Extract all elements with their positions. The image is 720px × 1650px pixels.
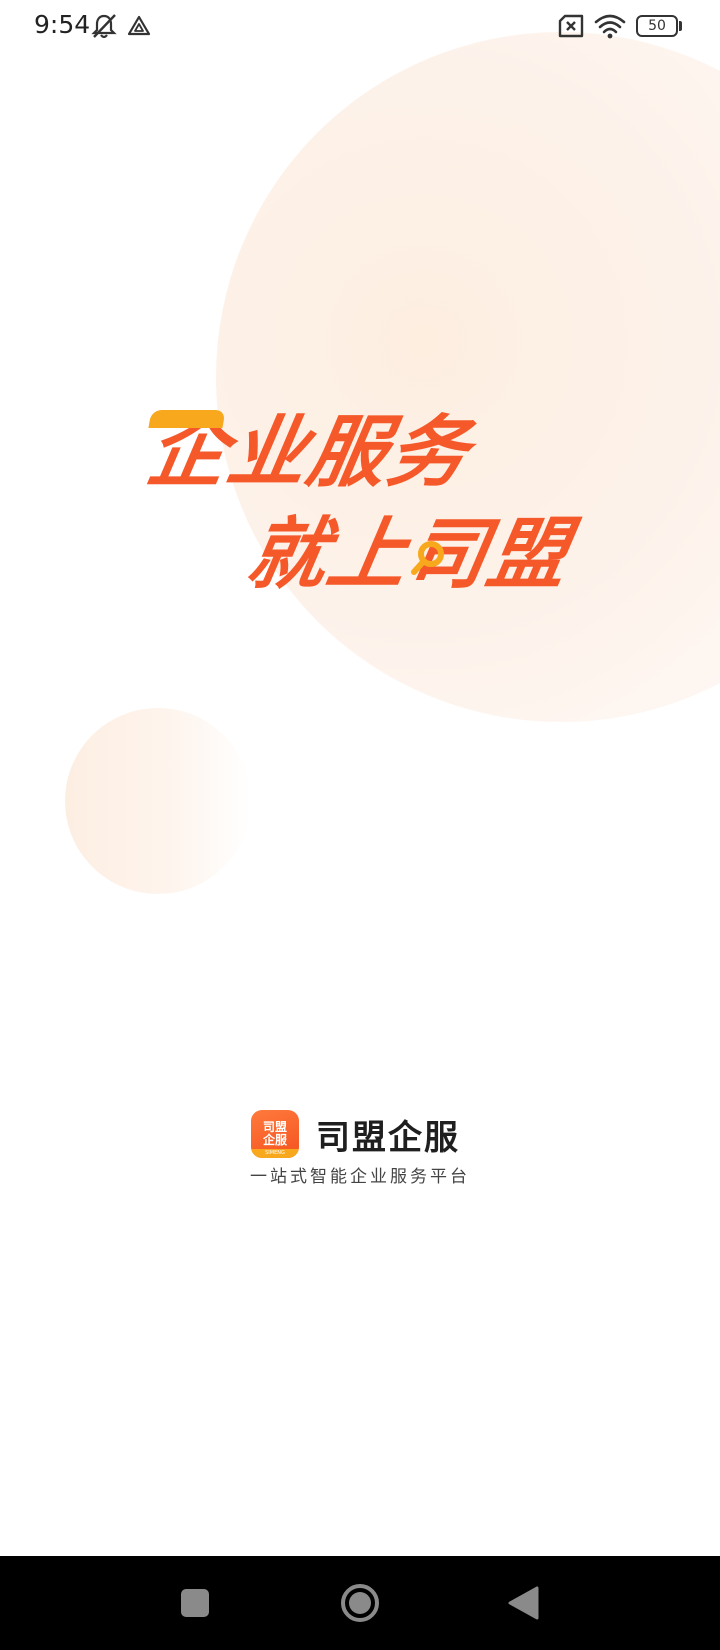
logo-text-line-2: 企服 [262,1133,287,1147]
home-button[interactable] [315,1556,405,1650]
back-icon [508,1586,539,1620]
decorative-circle-large [216,32,720,722]
splash-screen: 9:54 50 企业服务 就上司盟 司盟 企服 SIMENG 司盟企服 一站式智… [0,0,720,1650]
brand-name: 司盟企服 [316,1117,460,1158]
wifi-icon [594,13,626,43]
slogan-accent-mark [148,410,226,428]
back-button[interactable] [478,1556,568,1650]
home-icon [341,1584,379,1622]
brand-row: 司盟 企服 SIMENG 司盟企服 [251,1110,460,1158]
status-time: 9:54 [34,10,91,39]
bell-mute-icon [90,12,118,44]
battery-icon: 50 [636,15,678,37]
system-nav-bar [0,1556,720,1650]
slogan-line-1: 企业服务 [140,408,477,498]
sim-off-icon [557,14,585,42]
logo-foot-text: SIMENG [251,1149,299,1158]
recents-button[interactable] [150,1556,240,1650]
app-logo: 司盟 企服 SIMENG [251,1110,299,1158]
battery-tip [679,21,682,31]
magnifier-icon [410,540,446,576]
status-bar: 9:54 50 [0,0,720,56]
decorative-circle-small [65,708,251,894]
brand-tagline: 一站式智能企业服务平台 [250,1167,470,1187]
nav-triangle-icon [127,15,151,41]
recents-icon [181,1589,209,1617]
